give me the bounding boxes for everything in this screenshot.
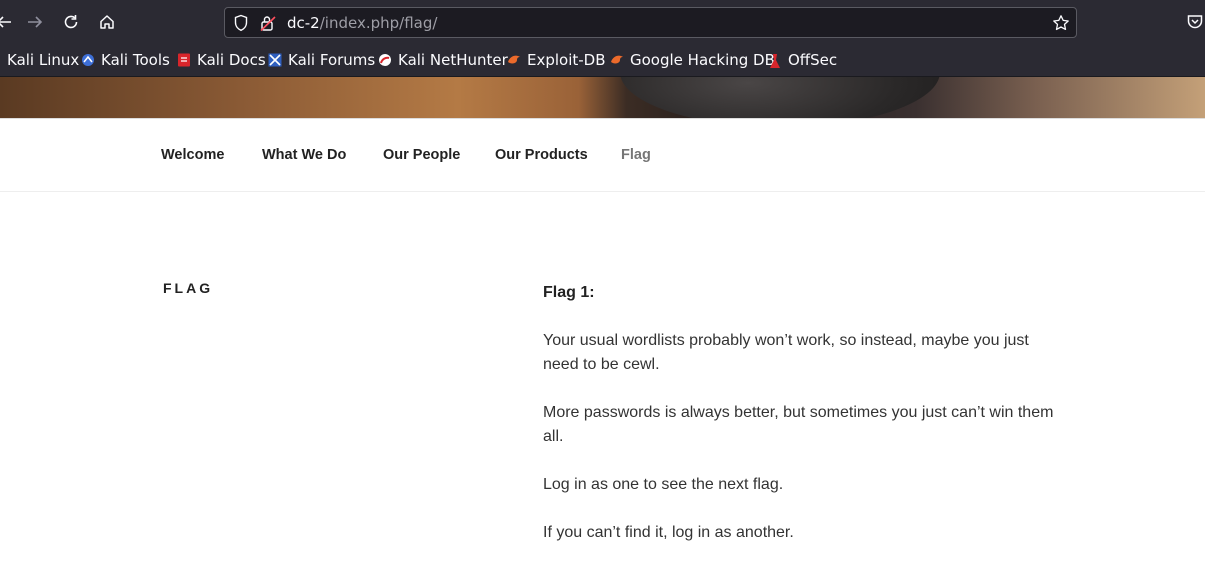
bookmark-label: Exploit-DB: [527, 51, 606, 69]
kali-docs-icon: [177, 53, 191, 67]
kali-forums-icon: [268, 53, 282, 67]
bookmark-kali-tools[interactable]: Kali Tools: [81, 50, 170, 70]
bookmark-label: Google Hacking DB: [630, 51, 775, 69]
bookmark-label: Kali Forums: [288, 51, 376, 69]
bookmark-kali-nethunter[interactable]: Kali NetHunter: [378, 50, 508, 70]
browser-toolbar: dc-2/index.php/flag/: [0, 0, 1205, 44]
offsec-icon: [768, 53, 782, 68]
header-image: [0, 77, 1205, 118]
header-image-object: [620, 77, 940, 118]
reload-icon[interactable]: [59, 10, 83, 34]
insecure-lock-icon[interactable]: [259, 14, 277, 37]
paragraph-login-another: If you can’t find it, log in as another.: [543, 524, 794, 541]
url-text[interactable]: dc-2/index.php/flag/: [287, 14, 437, 32]
nav-our-people[interactable]: Our People: [383, 147, 460, 163]
bookmark-label: Kali Docs: [197, 51, 266, 69]
ghdb-icon: [610, 53, 624, 67]
bookmark-google-hacking-db[interactable]: Google Hacking DB: [610, 50, 775, 70]
url-host: dc-2: [287, 14, 320, 32]
bookmark-kali-linux[interactable]: Kali Linux: [7, 50, 79, 70]
bookmark-label: Kali NetHunter: [398, 51, 508, 69]
forward-icon[interactable]: [23, 10, 47, 34]
home-icon[interactable]: [95, 10, 119, 34]
bookmark-star-icon[interactable]: [1052, 14, 1070, 37]
bookmarks-toolbar: Kali Linux Kali Tools Kali Docs Kali For…: [0, 44, 1205, 77]
bookmark-label: Kali Linux: [7, 51, 80, 69]
bookmark-kali-docs[interactable]: Kali Docs: [177, 50, 266, 70]
flag-heading: Flag 1:: [543, 284, 595, 301]
bookmark-label: Kali Tools: [101, 51, 170, 69]
paragraph-passwords: More passwords is always better, but som…: [543, 404, 1054, 445]
exploit-db-icon: [507, 53, 521, 67]
nav-our-products[interactable]: Our Products: [495, 147, 588, 163]
bookmark-kali-forums[interactable]: Kali Forums: [268, 50, 375, 70]
paragraph-wordlists: Your usual wordlists probably won’t work…: [543, 332, 1029, 373]
back-icon[interactable]: [0, 10, 16, 34]
url-bar[interactable]: dc-2/index.php/flag/: [224, 7, 1077, 38]
entry-content: Flag 1: Your usual wordlists probably wo…: [543, 281, 1063, 569]
paragraph-login-one: Log in as one to see the next flag.: [543, 476, 784, 493]
url-path: /index.php/flag/: [319, 14, 438, 32]
tracking-shield-icon[interactable]: [233, 14, 249, 37]
bookmark-exploit-db[interactable]: Exploit-DB: [507, 50, 606, 70]
nethunter-icon: [378, 53, 392, 67]
nav-flag[interactable]: Flag: [621, 147, 651, 163]
nav-what-we-do[interactable]: What We Do: [262, 147, 346, 163]
site-navigation: Welcome What We Do Our People Our Produc…: [0, 118, 1205, 192]
nav-welcome[interactable]: Welcome: [161, 147, 224, 163]
pocket-icon[interactable]: [1186, 13, 1204, 36]
page-title: FLAG: [163, 280, 214, 296]
bookmark-label: OffSec: [788, 51, 838, 69]
kali-tools-icon: [81, 53, 95, 67]
bookmark-offsec[interactable]: OffSec: [768, 50, 837, 70]
